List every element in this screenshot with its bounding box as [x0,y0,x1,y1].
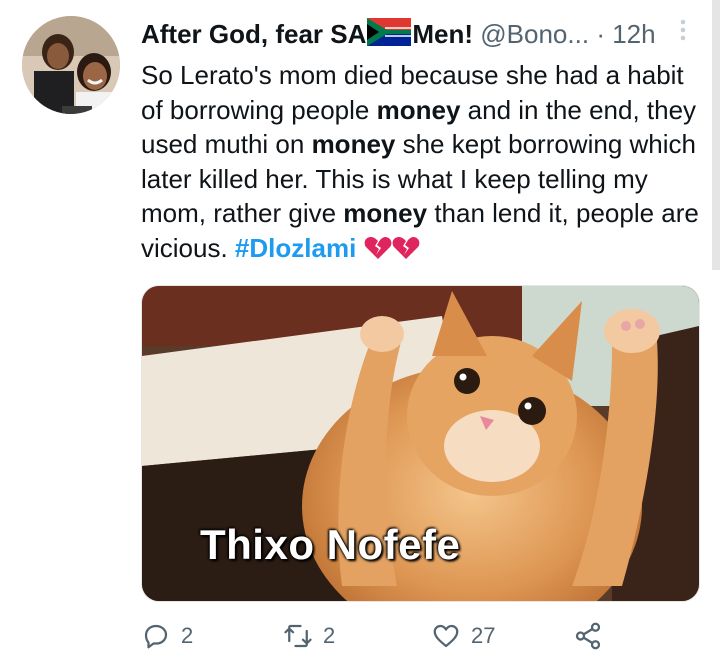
image-caption-text: Thixo Nofefe [200,521,461,568]
retweet-icon [284,624,312,648]
reply-icon [144,624,168,649]
separator-dot: · [596,19,605,49]
avatar[interactable] [22,16,120,114]
tweet-actions: 2 2 27 [141,616,701,656]
user-handle[interactable]: @Bono... [480,19,589,49]
tweet-text: So Lerato's mom died because she had a h… [141,58,701,265]
tweet-text-bold-keyword: money [376,94,461,125]
heart-icon [433,624,459,648]
tweet[interactable]: After God, fear SA Men! @Bono... · 12h S… [0,0,720,661]
tweet-media-image[interactable]: Thixo Nofefe [141,285,700,602]
like-count: 27 [471,623,496,648]
broken-heart-icon [364,234,392,259]
reply-button[interactable]: 2 [141,616,193,656]
scrollbar[interactable] [712,0,720,270]
timestamp[interactable]: 12h [612,19,655,49]
reply-count: 2 [181,623,194,648]
retweet-button[interactable]: 2 [283,616,335,656]
share-button[interactable] [573,616,603,656]
tweet-text-bold-keyword: money [343,198,428,228]
more-options-icon[interactable] [673,16,693,46]
hashtag-link[interactable]: #Dlozlami [235,233,356,263]
broken-heart-icon [392,234,420,259]
display-name[interactable]: After God, fear SA [141,19,366,49]
retweet-count: 2 [323,623,336,648]
share-icon [575,622,601,650]
avatar-photo [22,16,120,114]
tweet-text-bold-keyword: money [311,129,396,159]
tweet-header: After God, fear SA Men! @Bono... · 12h [141,14,701,54]
display-name-suffix[interactable]: Men! [412,19,473,49]
south-africa-flag-icon [367,17,412,46]
like-button[interactable]: 27 [431,616,495,656]
